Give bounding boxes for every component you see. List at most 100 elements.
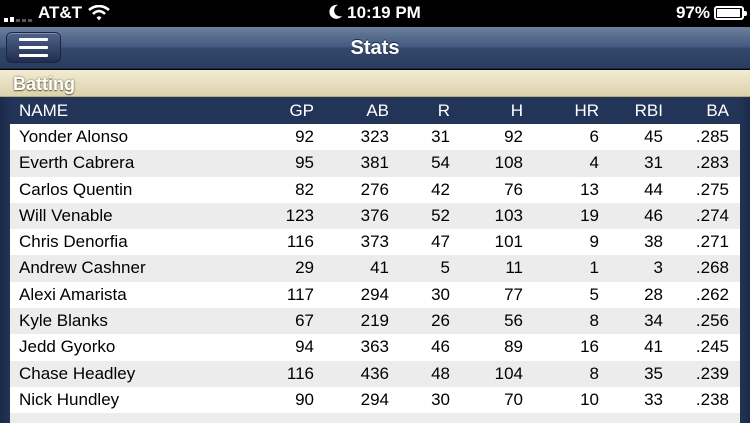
stats-table[interactable]: NAME GP AB R H HR RBI BA Yonder Alonso 92… bbox=[0, 97, 750, 423]
cell-h: 103 bbox=[494, 205, 523, 225]
table-row[interactable]: Andrew Cashner 29 41 5 11 1 3.268 bbox=[10, 255, 740, 282]
battery-percent: 97% bbox=[675, 3, 710, 22]
table-row[interactable]: Chris Denorfia 116 373 47 101 9 38 .271 bbox=[10, 229, 740, 256]
cell-r: 26 bbox=[431, 311, 450, 331]
table-row[interactable]: Yonder Alonso 92 323 31 92 6 45 .285 bbox=[10, 124, 740, 151]
cell-ba: .283 bbox=[695, 153, 729, 173]
cell-name: Chase Headley bbox=[19, 363, 136, 383]
cell-name: Carlos Quentin bbox=[19, 179, 133, 199]
cell-r: 47 bbox=[431, 232, 450, 252]
cell-hr: 10 bbox=[580, 389, 599, 409]
cell-ba: .285 bbox=[695, 127, 729, 146]
cell-hr: 16 bbox=[580, 337, 599, 357]
cell-gp: 29 bbox=[295, 258, 314, 278]
cell-hr: 8 bbox=[589, 311, 599, 331]
cell-ab: 376 bbox=[360, 205, 389, 225]
cell-hr: 4 bbox=[589, 153, 599, 173]
cell-gp: 95 bbox=[295, 153, 314, 173]
cell-ab: 323 bbox=[360, 127, 389, 146]
cell-ba: .239 bbox=[695, 363, 729, 383]
cell-gp: 116 bbox=[286, 232, 314, 252]
table-row[interactable]: Nick Hundley 90 294 30 70 10 33 .238 bbox=[10, 386, 740, 414]
cell-gp: 94 bbox=[295, 337, 314, 357]
cell-name: Jedd Gyorko bbox=[19, 337, 116, 357]
table-row[interactable]: Alexi Amarista 117 294 30 77 5 28 .262 bbox=[10, 281, 740, 309]
cell-hr: 9 bbox=[589, 232, 599, 252]
cell-rbi: 44 bbox=[644, 179, 663, 199]
cell-h: 101 bbox=[494, 232, 523, 252]
cell-name: Will Venable bbox=[19, 205, 113, 225]
table-row[interactable]: Carlos Quentin 82 276 42 76 13 44 .275 bbox=[10, 176, 740, 203]
column-header-name[interactable]: NAME bbox=[19, 101, 68, 121]
cell-name: Andrew Cashner bbox=[19, 258, 146, 278]
cell-ab: 219 bbox=[360, 311, 389, 331]
cell-r: 54 bbox=[431, 153, 450, 173]
cell-hr: 13 bbox=[580, 179, 599, 199]
cell-ba: .245 bbox=[695, 337, 729, 357]
table-row[interactable]: Chase Headley 116 436 48 104 8 35 .239 bbox=[10, 360, 740, 387]
cell-rbi: 33 bbox=[644, 389, 663, 409]
status-time-area: 10:19 PM bbox=[0, 3, 750, 23]
column-header-rbi[interactable]: RBI bbox=[635, 101, 663, 121]
column-header-hr[interactable]: HR bbox=[574, 101, 599, 121]
cell-h: 56 bbox=[504, 311, 523, 331]
cell-name: Yonder Alonso bbox=[19, 127, 129, 146]
table-header-row: NAME GP AB R H HR RBI BA bbox=[10, 97, 740, 124]
cell-gp: 116 bbox=[286, 363, 314, 383]
cell-ab: 363 bbox=[360, 337, 389, 357]
cell-rbi: 38 bbox=[644, 232, 663, 252]
cell-r: 30 bbox=[431, 389, 450, 409]
cell-h: 77 bbox=[504, 284, 523, 304]
cell-gp: 67 bbox=[295, 311, 314, 331]
cell-h: 70 bbox=[504, 389, 523, 409]
cell-h: 92 bbox=[504, 127, 523, 146]
cell-rbi: 41 bbox=[644, 337, 663, 357]
cell-name: Everth Cabrera bbox=[19, 153, 135, 173]
cell-h: 108 bbox=[494, 153, 523, 173]
cell-name: Kyle Blanks bbox=[19, 311, 108, 331]
table-row[interactable]: Will Venable 123 376 52 103 19 46 .274 bbox=[10, 202, 740, 230]
cell-hr: 1 bbox=[589, 258, 599, 278]
cell-hr: 5 bbox=[589, 284, 599, 304]
column-header-gp[interactable]: GP bbox=[289, 101, 314, 121]
clock-time: 10:19 PM bbox=[347, 3, 421, 22]
cell-hr: 19 bbox=[580, 205, 599, 225]
page-title: Stats bbox=[350, 37, 400, 59]
cell-r: 5 bbox=[440, 258, 450, 278]
cell-gp: 117 bbox=[286, 284, 314, 304]
cell-ba: .256 bbox=[695, 311, 729, 331]
cell-gp: 90 bbox=[295, 389, 314, 409]
status-right: 97% bbox=[675, 3, 747, 23]
table-row[interactable]: Jedd Gyorko 94 363 46 89 16 41 .245 bbox=[10, 334, 740, 361]
table-row[interactable] bbox=[10, 413, 740, 423]
cell-ba: .262 bbox=[695, 284, 729, 304]
cell-ab: 294 bbox=[360, 284, 389, 304]
cell-h: 104 bbox=[494, 363, 523, 383]
cell-ba: .275 bbox=[695, 179, 729, 199]
navigation-bar: Stats bbox=[0, 27, 750, 69]
cell-rbi: 31 bbox=[644, 153, 663, 173]
cell-ba: .274 bbox=[695, 205, 729, 225]
cell-r: 52 bbox=[431, 205, 450, 225]
cell-gp: 92 bbox=[295, 127, 314, 146]
cell-h: 76 bbox=[504, 179, 523, 199]
cell-hr: 6 bbox=[589, 127, 599, 146]
table-row[interactable]: Everth Cabrera 95 381 54 108 4 31 .283 bbox=[10, 150, 740, 177]
cell-name: Alexi Amarista bbox=[19, 284, 127, 304]
cell-rbi: 28 bbox=[644, 284, 663, 304]
status-bar: AT&T 10:19 PM 97% bbox=[0, 0, 750, 27]
column-header-ba[interactable]: BA bbox=[706, 101, 729, 121]
cell-rbi: 34 bbox=[644, 311, 663, 331]
table-row[interactable]: Kyle Blanks 67 219 26 56 8 34 .256 bbox=[10, 308, 740, 335]
cell-ab: 436 bbox=[360, 363, 389, 383]
column-header-r[interactable]: R bbox=[438, 101, 450, 121]
column-header-h[interactable]: H bbox=[511, 101, 523, 121]
cell-r: 48 bbox=[431, 363, 450, 383]
cell-rbi: 45 bbox=[644, 127, 663, 146]
cell-ab: 294 bbox=[360, 389, 389, 409]
column-header-ab[interactable]: AB bbox=[366, 101, 389, 121]
cell-ba: .238 bbox=[695, 389, 729, 409]
cell-ab: 41 bbox=[370, 258, 389, 278]
cell-rbi: 3 bbox=[653, 258, 663, 278]
cell-name: Nick Hundley bbox=[19, 389, 120, 409]
